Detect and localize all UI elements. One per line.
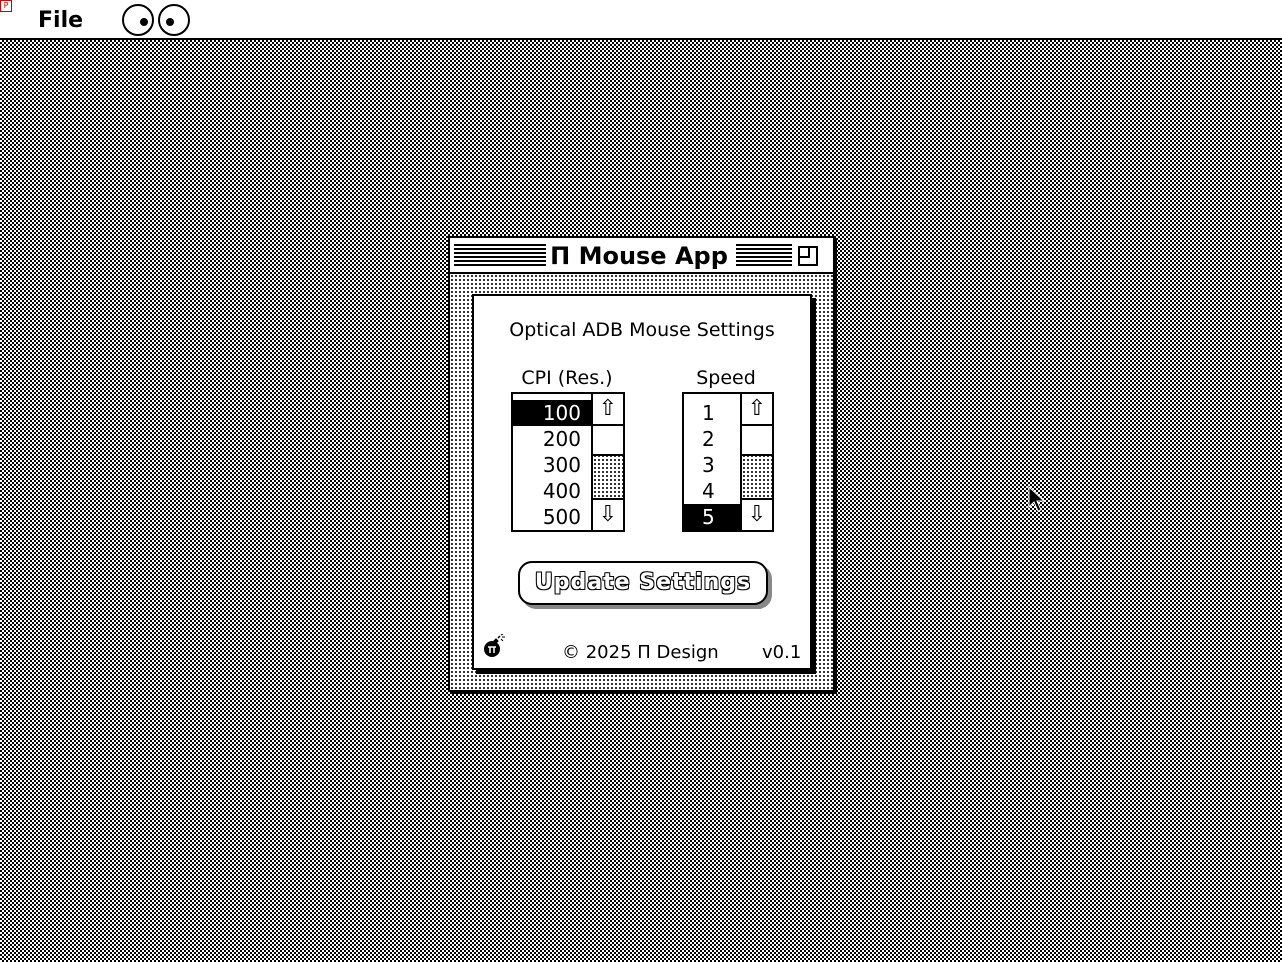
speed-scroll-thumb[interactable] — [742, 426, 772, 456]
cpi-scroll-down-arrow-icon[interactable]: ⇩ — [593, 498, 623, 530]
speed-scroll-down-arrow-icon[interactable]: ⇩ — [742, 498, 772, 530]
speed-option-5[interactable]: 5 — [684, 504, 742, 530]
cpi-option-400[interactable]: 400 — [513, 478, 593, 504]
window-title: Π Mouse App — [546, 238, 732, 272]
title-stripes-left — [454, 244, 546, 266]
speed-option-4[interactable]: 4 — [684, 478, 742, 504]
cpi-option-200[interactable]: 200 — [513, 426, 593, 452]
speed-scrollbar[interactable]: ⇧ ⇩ — [740, 394, 772, 530]
cpi-label: CPI (Res.) — [521, 367, 613, 389]
left-eye-icon — [122, 4, 154, 36]
settings-panel: Optical ADB Mouse Settings CPI (Res.) Sp… — [472, 294, 812, 670]
speed-scroll-track[interactable] — [742, 426, 772, 498]
copyright-text: © 2025 Π Design — [562, 642, 719, 663]
cpi-listbox[interactable]: 100 200 300 400 500 ⇧ ⇩ — [511, 392, 625, 532]
bomb-icon — [484, 634, 505, 657]
panel-heading: Optical ADB Mouse Settings — [509, 319, 775, 341]
right-eye-icon — [158, 4, 190, 36]
zoom-box-icon[interactable] — [798, 246, 818, 266]
speed-option-3[interactable]: 3 — [684, 452, 742, 478]
mouse-pointer-icon — [1028, 486, 1046, 512]
window-titlebar[interactable]: Π Mouse App — [450, 238, 833, 274]
cpi-option-500[interactable]: 500 — [513, 504, 593, 530]
speed-option-2[interactable]: 2 — [684, 426, 742, 452]
cpi-scrollbar[interactable]: ⇧ ⇩ — [591, 394, 623, 530]
window-dotted-frame: Optical ADB Mouse Settings CPI (Res.) Sp… — [450, 274, 833, 690]
version-text: v0.1 — [762, 642, 802, 663]
speed-label: Speed — [696, 367, 756, 389]
menu-bar: P File — [0, 0, 1282, 40]
mouse-app-window: Π Mouse App Optical ADB Mouse Settings C… — [448, 236, 835, 692]
cpi-scroll-up-arrow-icon[interactable]: ⇧ — [593, 394, 623, 426]
menu-file[interactable]: File — [38, 8, 83, 34]
cpi-option-300[interactable]: 300 — [513, 452, 593, 478]
cpi-scroll-track[interactable] — [593, 426, 623, 498]
apple-menu-icon[interactable]: P — [0, 0, 12, 12]
cpi-option-100[interactable]: 100 — [513, 400, 593, 426]
speed-listbox[interactable]: 1 2 3 4 5 ⇧ ⇩ — [682, 392, 774, 532]
speed-scroll-up-arrow-icon[interactable]: ⇧ — [742, 394, 772, 426]
cpi-scroll-thumb[interactable] — [593, 426, 623, 456]
update-settings-button[interactable]: Update Settings — [518, 561, 768, 605]
title-stripes-right — [736, 244, 792, 266]
speed-option-1[interactable]: 1 — [684, 400, 742, 426]
